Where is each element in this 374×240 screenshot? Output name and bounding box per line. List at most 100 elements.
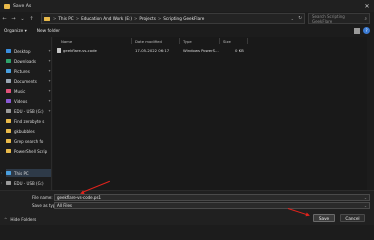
breadcrumb-drive[interactable]: Education And Work (E:) <box>81 16 132 21</box>
folder-icon <box>6 149 11 153</box>
filename-value: geekflare-vs-code.ps1 <box>57 195 102 200</box>
column-divider[interactable] <box>247 38 248 44</box>
close-button[interactable]: ✕ <box>360 0 374 12</box>
search-icon: ⌕ <box>364 16 367 22</box>
file-size: 0 KB <box>235 47 244 53</box>
forward-button[interactable]: → <box>9 14 18 24</box>
save-button[interactable]: Save <box>313 214 335 222</box>
sidebar-item-documents[interactable]: Documents ✦ <box>6 77 51 85</box>
breadcrumb-current-folder[interactable]: Scripting GeekFlare <box>163 16 204 21</box>
sidebar-item-label: PowerShell Scrip <box>14 148 48 154</box>
sidebar-item-videos[interactable]: Videos ✦ <box>6 97 51 105</box>
chevron-down-icon[interactable]: ⌄ <box>364 204 367 208</box>
sidebar-item-usb-drive[interactable]: EDU - USB (G:) <box>6 179 51 187</box>
drive-icon <box>6 109 11 113</box>
sidebar-item-folder[interactable]: Find zerobyte s <box>6 117 51 125</box>
pin-icon: ✦ <box>48 99 51 103</box>
sidebar-item-folder[interactable]: PowerShell Scrip <box>6 147 51 155</box>
cancel-button[interactable]: Cancel <box>340 214 365 222</box>
sidebar-item-usb-drive[interactable]: EDU - USB (G:) ✦ <box>6 107 51 115</box>
window-title: Save As <box>13 3 32 9</box>
folder-icon <box>44 16 50 21</box>
recent-locations-button[interactable]: ⌄ <box>18 14 27 24</box>
address-dropdown-icon[interactable]: ⌄ <box>291 16 294 21</box>
column-header-name[interactable]: Name <box>61 37 72 45</box>
documents-icon <box>6 79 11 83</box>
hide-folders-label: Hide Folders <box>10 217 37 222</box>
save-as-type-label: Save as type: <box>32 203 60 208</box>
pin-icon: ✦ <box>48 49 51 53</box>
search-input[interactable]: Search Scripting GeekFlare ⌕ <box>308 13 370 24</box>
sidebar-item-label: Documents <box>14 78 37 84</box>
column-divider[interactable] <box>179 38 180 44</box>
address-bar[interactable]: > This PC > Education And Work (E:) > Pr… <box>41 13 305 24</box>
file-row[interactable]: geekflare-vs-code 17-05-2022 06:17 Windo… <box>57 46 307 54</box>
organize-button[interactable]: Organize ▾ <box>4 29 27 34</box>
new-folder-button[interactable]: New folder <box>37 29 60 34</box>
up-button[interactable]: ↑ <box>27 14 36 24</box>
column-divider[interactable] <box>219 38 220 44</box>
file-icon <box>57 47 61 53</box>
sidebar-item-label: Desktop <box>14 48 31 54</box>
pin-icon: ✦ <box>48 109 51 113</box>
help-icon[interactable]: ? <box>363 27 370 34</box>
sidebar-item-label: EDU - USB (G:) <box>14 108 44 114</box>
sidebar-item-folder[interactable]: Grep search fo <box>6 137 51 145</box>
filename-label: File name: <box>32 195 53 200</box>
sidebar-item-this-pc[interactable]: This PC <box>6 169 51 177</box>
navigation-pane: Desktop ✦ Downloads ✦ Pictures ✦ Documen… <box>0 37 52 190</box>
save-as-type-select[interactable]: All Files ⌄ <box>54 202 370 209</box>
download-icon <box>6 59 11 63</box>
sidebar-item-label: Pictures <box>14 68 30 74</box>
view-options-icon[interactable] <box>354 28 360 34</box>
breadcrumb-separator: > <box>75 16 80 21</box>
scrollbar[interactable] <box>367 37 370 190</box>
file-name: geekflare-vs-code <box>63 47 97 53</box>
expand-chevron-icon[interactable]: › <box>1 181 2 185</box>
sidebar-item-label: EDU - USB (G:) <box>14 180 44 186</box>
sidebar-item-label: This PC <box>14 170 29 176</box>
folder-icon <box>6 129 11 133</box>
save-panel: File name: geekflare-vs-code.ps1 ⌄ Save … <box>0 190 374 225</box>
sidebar-item-folder[interactable]: gkbubbles <box>6 127 51 135</box>
sidebar-item-desktop[interactable]: Desktop ✦ <box>6 47 51 55</box>
folder-icon <box>6 119 11 123</box>
command-bar: Organize ▾ New folder ? <box>0 26 374 36</box>
column-header-date[interactable]: Date modified <box>135 37 162 45</box>
back-button[interactable]: ← <box>0 14 9 24</box>
breadcrumb-projects[interactable]: Projects <box>139 16 156 21</box>
save-as-type-value: All Files <box>57 203 73 208</box>
breadcrumb-this-pc[interactable]: This PC <box>58 16 73 21</box>
refresh-icon[interactable]: ↻ <box>298 16 302 21</box>
filename-input[interactable]: geekflare-vs-code.ps1 ⌄ <box>54 194 370 201</box>
chevron-up-icon: ^ <box>4 217 8 222</box>
videos-icon <box>6 99 11 103</box>
file-list: Name Date modified Type Size geekflare-v… <box>53 37 370 190</box>
pin-icon: ✦ <box>48 59 51 63</box>
pc-icon <box>6 171 11 175</box>
column-header-type[interactable]: Type <box>183 37 192 45</box>
sidebar-item-label: Videos <box>14 98 28 104</box>
column-divider[interactable] <box>131 38 132 44</box>
breadcrumb-separator: > <box>53 16 57 21</box>
chevron-down-icon[interactable]: ⌄ <box>364 196 367 200</box>
file-date: 17-05-2022 06:17 <box>135 47 170 53</box>
navigation-bar: ← → ⌄ ↑ > This PC > Education And Work (… <box>0 12 374 26</box>
breadcrumb-separator: > <box>157 16 162 21</box>
sidebar-item-label: gkbubbles <box>14 128 35 134</box>
pin-icon: ✦ <box>48 79 51 83</box>
sidebar-item-pictures[interactable]: Pictures ✦ <box>6 67 51 75</box>
sidebar-item-label: Grep search fo <box>14 138 44 144</box>
hide-folders-button[interactable]: ^ Hide Folders <box>4 217 36 222</box>
breadcrumb-separator: > <box>134 16 138 21</box>
search-placeholder: Search Scripting GeekFlare <box>312 13 345 24</box>
file-type: Windows PowerS... <box>183 47 219 53</box>
pin-icon: ✦ <box>48 89 51 93</box>
pictures-icon <box>6 69 11 73</box>
drive-icon <box>6 181 11 185</box>
pin-icon: ✦ <box>48 69 51 73</box>
sidebar-item-downloads[interactable]: Downloads ✦ <box>6 57 51 65</box>
column-header-size[interactable]: Size <box>223 37 231 45</box>
expand-chevron-icon[interactable]: › <box>1 171 2 175</box>
sidebar-item-music[interactable]: Music ✦ <box>6 87 51 95</box>
